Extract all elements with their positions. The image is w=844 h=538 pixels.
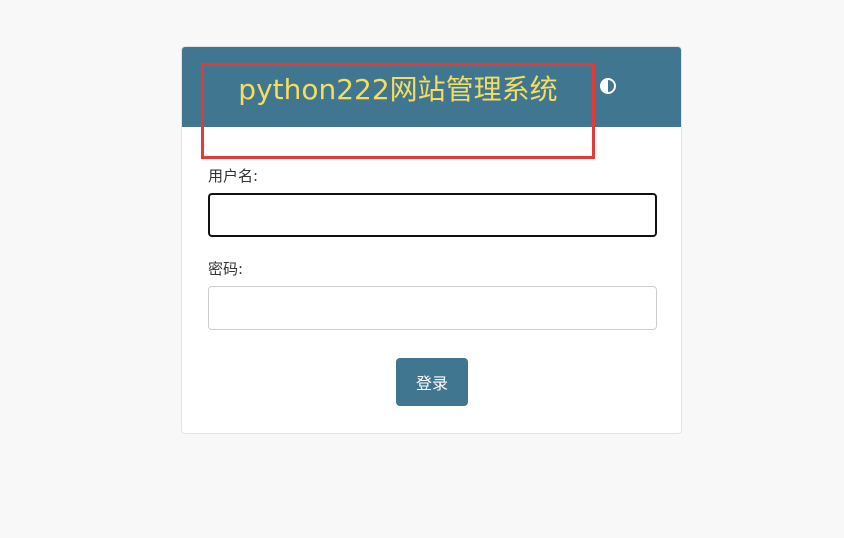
login-header: python222网站管理系统: [182, 47, 681, 127]
password-input[interactable]: [208, 286, 657, 330]
username-label: 用户名:: [208, 167, 259, 185]
site-title: python222网站管理系统: [238, 73, 558, 106]
theme-toggle-icon[interactable]: [600, 78, 616, 94]
login-card: python222网站管理系统 用户名: 密码: 登录: [181, 46, 682, 434]
password-label: 密码:: [208, 260, 244, 278]
login-button[interactable]: 登录: [396, 358, 468, 406]
username-input[interactable]: [208, 193, 657, 237]
